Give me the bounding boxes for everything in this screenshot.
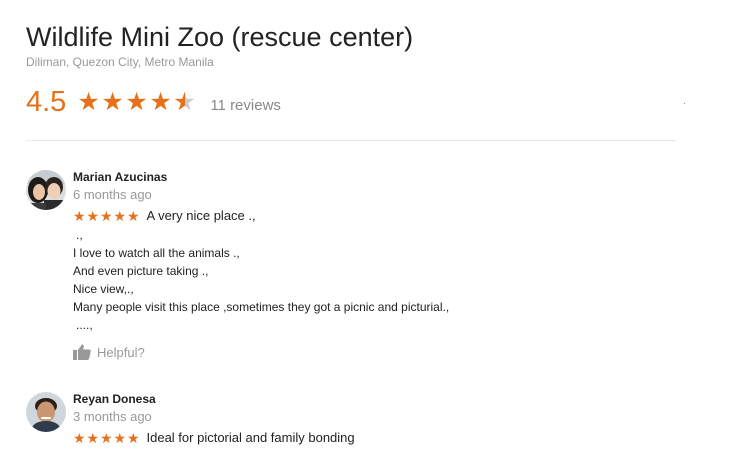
avatar[interactable] <box>26 170 66 210</box>
review-item: Reyan Donesa 3 months ago ★ ★ ★ ★ ★ Idea… <box>26 392 676 467</box>
review-rating: ★ ★ ★ ★ ★ A very nice place ., <box>73 208 256 223</box>
rating-value: 4.5 <box>26 86 67 118</box>
star-icon: ★ <box>113 429 127 446</box>
thumbs-up-icon <box>73 344 91 360</box>
star-icon: ★ <box>149 88 172 116</box>
review-text-line: ...., <box>76 318 93 332</box>
stray-dot: . <box>683 96 686 107</box>
review-count-link[interactable]: 11 reviews <box>210 91 281 114</box>
review-text: ., I love to watch all the animals ., An… <box>73 226 449 334</box>
review-item: Marian Azucinas 6 months ago ★ ★ ★ ★ ★ A… <box>26 170 676 370</box>
avatar[interactable] <box>26 392 66 432</box>
avatar-photo-icon <box>26 170 66 210</box>
review-text-line: And even picture taking ., <box>73 264 209 278</box>
review-stars: ★ ★ ★ ★ ★ <box>73 431 141 445</box>
half-star-icon: ★ <box>173 90 197 116</box>
helpful-label: Helpful? <box>97 344 145 360</box>
review-text-first-line: Ideal for pictorial and family bonding <box>146 430 355 445</box>
star-icon: ★ <box>86 429 100 446</box>
star-icon: ★ <box>100 207 113 224</box>
review-text-first-line: A very nice place ., <box>146 208 256 223</box>
place-address: Diliman, Quezon City, Metro Manila <box>26 55 214 69</box>
star-icon: ★ <box>113 207 127 224</box>
star-icon: ★ <box>127 207 140 224</box>
star-icon: ★ <box>100 429 113 446</box>
star-icon: ★ <box>73 207 86 224</box>
rating-stars: ★ ★ ★ ★ ★ <box>77 88 197 116</box>
place-title: Wildlife Mini Zoo (rescue center) <box>26 22 414 52</box>
review-text-line: I love to watch all the animals ., <box>73 246 240 260</box>
review-text-line: Many people visit this place ,sometimes … <box>73 300 450 314</box>
star-icon: ★ <box>77 88 100 116</box>
star-icon: ★ <box>101 88 124 116</box>
helpful-button[interactable]: Helpful? <box>73 344 145 360</box>
review-author[interactable]: Marian Azucinas <box>73 170 167 184</box>
review-text-line: Nice view,., <box>73 282 134 296</box>
star-icon: ★ <box>125 88 148 116</box>
star-icon: ★ <box>127 429 140 446</box>
avatar-photo-icon <box>26 392 66 432</box>
review-stars: ★ ★ ★ ★ ★ <box>73 209 141 223</box>
star-icon: ★ <box>73 429 86 446</box>
review-rating: ★ ★ ★ ★ ★ Ideal for pictorial and family… <box>73 430 355 445</box>
review-text-line: ., <box>76 228 83 242</box>
review-date: 6 months ago <box>73 187 152 202</box>
rating-summary: 4.5 ★ ★ ★ ★ ★ 11 reviews <box>26 86 281 119</box>
divider <box>26 140 676 141</box>
review-author[interactable]: Reyan Donesa <box>73 392 156 406</box>
star-icon: ★ <box>86 207 100 224</box>
review-date: 3 months ago <box>73 409 152 424</box>
